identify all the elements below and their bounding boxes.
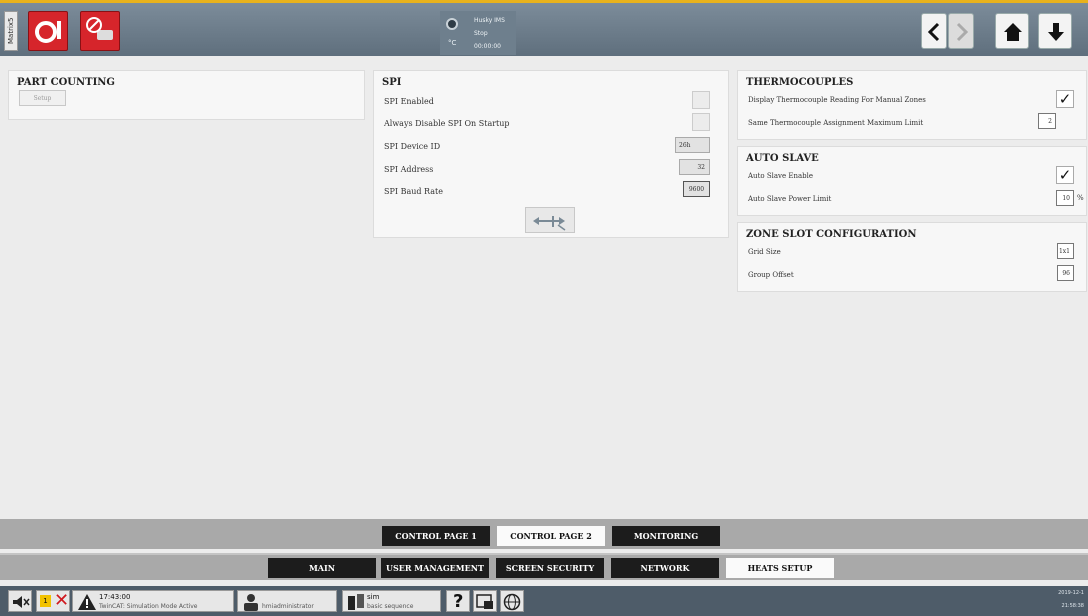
bottom-status-bar: 1 ✕ 17:43:00 TwinCAT: Simulation Mode Ac…: [0, 586, 1088, 616]
sequence-button[interactable]: sim basic sequence: [342, 590, 441, 612]
tab-main[interactable]: MAIN: [268, 558, 376, 578]
help-button[interactable]: ?: [446, 590, 470, 612]
alarm-clear-icon: ✕: [54, 590, 70, 611]
display-tc-reading-label: Display Thermocouple Reading For Manual …: [748, 96, 926, 104]
alarm-text: TwinCAT: Simulation Mode Active: [99, 603, 198, 610]
display-tc-reading-checkbox[interactable]: ✓: [1056, 90, 1074, 108]
auto-slave-power-limit-label: Auto Slave Power Limit: [748, 195, 832, 203]
percent-unit: %: [1077, 194, 1084, 202]
spi-address-field[interactable]: 32: [679, 159, 710, 175]
zone-slot-title: ZONE SLOT CONFIGURATION: [746, 229, 917, 240]
spi-title: SPI: [382, 77, 402, 88]
sequence-icon: [348, 594, 364, 610]
status-line-2: Stop: [474, 30, 488, 37]
status-date: 2019-12-1: [1058, 590, 1084, 596]
home-button[interactable]: [995, 13, 1029, 49]
part-counting-panel: PART COUNTING Setup: [8, 70, 365, 120]
zone-slot-panel: ZONE SLOT CONFIGURATION Grid Size 1x1 Gr…: [737, 222, 1087, 292]
grid-size-label: Grid Size: [748, 248, 781, 256]
spi-enabled-label: SPI Enabled: [384, 97, 434, 106]
spi-device-id-label: SPI Device ID: [384, 142, 441, 151]
alarm-count-badge: 1: [40, 595, 51, 607]
temperature-unit: °C: [448, 39, 457, 47]
sequence-title: sim: [367, 593, 380, 601]
alarm-reset-button[interactable]: 1 ✕: [36, 590, 70, 612]
tc-assignment-limit-label: Same Thermocouple Assignment Maximum Lim…: [748, 119, 924, 127]
page-tab-strip: CONTROL PAGE 1 CONTROL PAGE 2 MONITORING: [0, 519, 1088, 549]
disabled-motor-button[interactable]: [80, 11, 120, 51]
alarm-time: 17:43:00: [99, 593, 131, 601]
spi-disable-startup-label: Always Disable SPI On Startup: [384, 119, 510, 128]
spi-disable-startup-checkbox[interactable]: [692, 113, 710, 131]
user-icon: [244, 594, 258, 611]
auto-slave-enable-label: Auto Slave Enable: [748, 172, 813, 180]
tab-screen-security[interactable]: SCREEN SECURITY: [496, 558, 604, 578]
top-bar: Matrix5 °C Husky IMS Stop 00:00:00: [0, 0, 1088, 56]
warning-icon: [78, 594, 96, 610]
question-mark-icon: ?: [453, 591, 464, 612]
speaker-mute-icon: [13, 596, 30, 608]
group-offset-field[interactable]: 96: [1057, 265, 1074, 281]
spi-device-id-field[interactable]: 26h: [675, 137, 710, 153]
thermocouples-title: THERMOCOUPLES: [746, 77, 854, 88]
spi-panel: SPI SPI Enabled Always Disable SPI On St…: [373, 70, 729, 238]
screenshot-icon: [476, 594, 493, 609]
spi-baud-rate-field[interactable]: 9600: [683, 181, 710, 197]
user-button[interactable]: hmiadministrator: [237, 590, 337, 612]
auto-slave-power-limit-field[interactable]: 10: [1056, 190, 1074, 206]
status-line-3: 00:00:00: [474, 43, 501, 50]
grid-size-field[interactable]: 1x1: [1057, 243, 1074, 259]
user-name: hmiadministrator: [262, 603, 314, 610]
spi-address-label: SPI Address: [384, 165, 434, 174]
home-icon: [1004, 23, 1022, 41]
download-button[interactable]: [1038, 13, 1072, 49]
heater-icon: [35, 21, 61, 43]
machine-status: °C Husky IMS Stop 00:00:00: [440, 11, 516, 55]
arrow-down-icon: [1048, 23, 1064, 41]
forward-button[interactable]: [948, 13, 974, 49]
heater-toggle-button[interactable]: [28, 11, 68, 51]
tab-control-page-1[interactable]: CONTROL PAGE 1: [382, 526, 490, 546]
tab-heats-setup[interactable]: HEATS SETUP: [726, 558, 834, 578]
setup-button[interactable]: Setup: [19, 90, 66, 106]
language-button[interactable]: [500, 590, 524, 612]
sequence-subtitle: basic sequence: [367, 603, 414, 610]
auto-slave-title: AUTO SLAVE: [746, 153, 819, 164]
transfer-icon: [533, 216, 566, 231]
tab-monitoring[interactable]: MONITORING: [612, 526, 720, 546]
auto-slave-panel: AUTO SLAVE Auto Slave Enable ✓ Auto Slav…: [737, 146, 1087, 216]
chevron-left-icon: [928, 22, 940, 42]
group-offset-label: Group Offset: [748, 271, 794, 279]
tab-user-management[interactable]: USER MANAGEMENT: [381, 558, 489, 578]
chevron-right-icon: [956, 22, 968, 42]
alarm-message[interactable]: 17:43:00 TwinCAT: Simulation Mode Active: [72, 590, 234, 612]
screenshot-button[interactable]: [473, 590, 497, 612]
status-time: 21:58:38: [1061, 603, 1084, 609]
thermocouples-panel: THERMOCOUPLES Display Thermocouple Readi…: [737, 70, 1087, 140]
tab-network[interactable]: NETWORK: [611, 558, 719, 578]
mute-button[interactable]: [8, 590, 32, 612]
no-motor-icon: [86, 17, 113, 40]
back-button[interactable]: [921, 13, 947, 49]
side-tab[interactable]: Matrix5: [4, 11, 18, 51]
globe-icon: [503, 593, 521, 611]
part-counting-title: PART COUNTING: [17, 77, 115, 88]
spi-baud-rate-label: SPI Baud Rate: [384, 187, 443, 196]
status-indicator-icon: [446, 18, 458, 30]
tab-control-page-2[interactable]: CONTROL PAGE 2: [497, 526, 605, 546]
status-line-1: Husky IMS: [474, 17, 505, 24]
auto-slave-enable-checkbox[interactable]: ✓: [1056, 166, 1074, 184]
spi-transfer-button[interactable]: [525, 207, 575, 233]
tc-assignment-limit-field[interactable]: 2: [1038, 113, 1056, 129]
spi-enabled-checkbox[interactable]: [692, 91, 710, 109]
nav-tab-strip: MAIN USER MANAGEMENT SCREEN SECURITY NET…: [0, 553, 1088, 580]
